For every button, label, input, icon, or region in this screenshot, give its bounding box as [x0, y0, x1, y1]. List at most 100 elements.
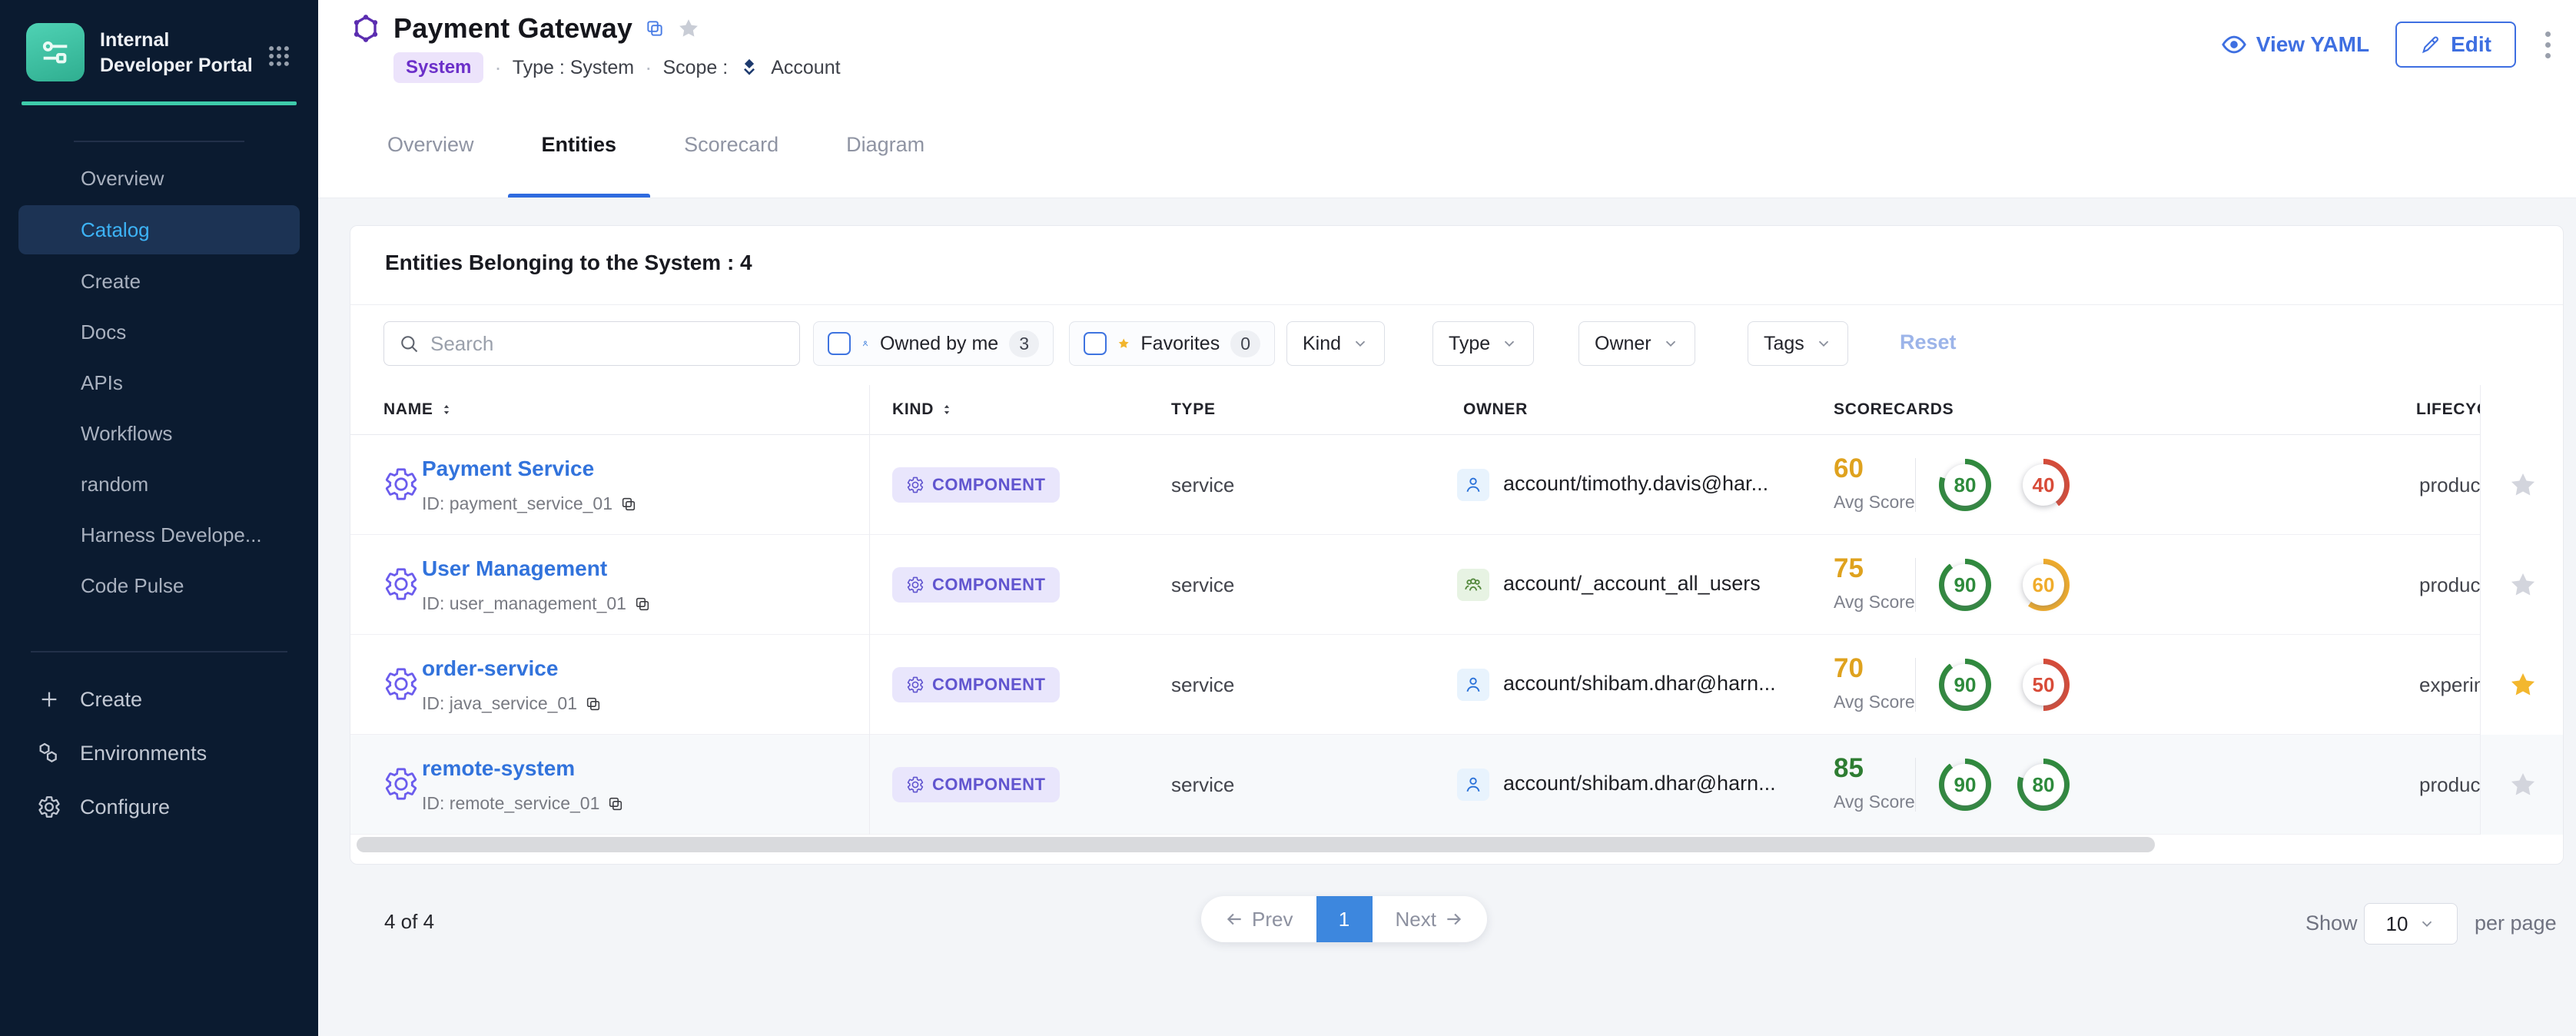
- star-icon: [1117, 333, 1130, 354]
- entity-name-link[interactable]: User Management: [422, 556, 607, 581]
- scope-value: Account: [771, 57, 840, 79]
- pencil-icon: [2420, 34, 2442, 55]
- scorecard-ring[interactable]: 90: [1939, 559, 1991, 611]
- page-size-value: 10: [2386, 912, 2408, 936]
- sidebar-footer-configure[interactable]: Configure: [0, 780, 318, 834]
- row-favorite-cell: [2480, 635, 2564, 735]
- favorite-star-icon[interactable]: [677, 17, 700, 40]
- copy-icon[interactable]: [585, 696, 602, 712]
- footer-divider: [31, 651, 287, 652]
- avg-score-caption: Avg Score: [1834, 492, 1915, 513]
- type-dropdown[interactable]: Type: [1432, 321, 1534, 366]
- avg-score-value: 75: [1834, 553, 1864, 584]
- col-kind: KIND: [892, 400, 934, 419]
- heading-divider: [350, 304, 2563, 305]
- star-icon[interactable]: [2508, 570, 2538, 599]
- sort-icon[interactable]: [440, 403, 453, 417]
- tab-diagram[interactable]: Diagram: [812, 92, 958, 198]
- scorecard-ring[interactable]: 90: [1939, 759, 1991, 811]
- sidebar-item-docs[interactable]: Docs: [0, 307, 318, 357]
- sidebar-item-workflows[interactable]: Workflows: [0, 408, 318, 459]
- gear-icon: [906, 676, 925, 694]
- sidebar-footer-environments[interactable]: Environments: [0, 726, 318, 780]
- sidebar-item-apis[interactable]: APIs: [0, 357, 318, 408]
- favorites-checkbox[interactable]: [1084, 332, 1107, 355]
- owner-cell: account/timothy.davis@har...: [1503, 472, 1768, 496]
- tab-overview[interactable]: Overview: [354, 92, 508, 198]
- search-input[interactable]: [430, 332, 785, 356]
- next-page-button[interactable]: Next: [1373, 908, 1488, 931]
- harness-logo[interactable]: [26, 23, 85, 81]
- owner-avatar-icon: [1457, 469, 1489, 501]
- scorecard-ring[interactable]: 60: [2017, 559, 2070, 611]
- sidebar-item-overview[interactable]: Overview: [0, 153, 318, 204]
- kind-dropdown[interactable]: Kind: [1286, 321, 1385, 366]
- scorecard-ring[interactable]: 40: [2017, 459, 2070, 511]
- reset-filters-button[interactable]: Reset: [1900, 330, 1957, 354]
- footer-create-label: Create: [80, 688, 142, 712]
- star-icon[interactable]: [2508, 770, 2538, 799]
- brand: Internal Developer Portal: [0, 0, 318, 98]
- tags-dropdown-label: Tags: [1764, 333, 1804, 355]
- owner-avatar-icon: [1457, 769, 1489, 801]
- scorecard-ring[interactable]: 80: [1939, 459, 1991, 511]
- page-number-button[interactable]: 1: [1316, 896, 1373, 942]
- sidebar-item-catalog[interactable]: Catalog: [18, 205, 300, 254]
- pagination: Prev 1 Next: [1201, 896, 1487, 942]
- owned-by-me-checkbox[interactable]: [828, 332, 851, 355]
- entity-name-link[interactable]: Payment Service: [422, 457, 594, 481]
- table-header: NAME KIND TYPE OWNER SCORECARDS LIFECYCL…: [350, 385, 2563, 435]
- apps-grid-icon[interactable]: [266, 43, 292, 69]
- page-size-select[interactable]: 10: [2364, 903, 2458, 945]
- kind-badge: System: [393, 52, 483, 83]
- entity-id: ID: remote_service_01: [422, 793, 624, 814]
- col-scorecards: SCORECARDS: [1834, 400, 1954, 419]
- prev-page-button[interactable]: Prev: [1201, 908, 1316, 931]
- tab-scorecard[interactable]: Scorecard: [650, 92, 812, 198]
- sidebar-item-harness-developer[interactable]: Harness Develope...: [0, 510, 318, 560]
- copy-icon[interactable]: [634, 596, 651, 613]
- group-icon: [1462, 574, 1484, 596]
- sidebar-footer-create[interactable]: Create: [0, 672, 318, 726]
- score-divider: [1915, 558, 1916, 612]
- favorites-filter[interactable]: Favorites 0: [1069, 321, 1275, 366]
- person-icon: [1462, 674, 1484, 696]
- dot-separator: ·: [645, 55, 652, 80]
- scorecard-ring[interactable]: 80: [2017, 759, 2070, 811]
- copy-icon[interactable]: [620, 496, 637, 513]
- sidebar-item-random[interactable]: random: [0, 459, 318, 510]
- edit-button[interactable]: Edit: [2395, 22, 2516, 68]
- more-options-menu[interactable]: [2542, 27, 2553, 63]
- owner-dropdown[interactable]: Owner: [1578, 321, 1695, 366]
- entity-name-link[interactable]: remote-system: [422, 756, 575, 781]
- scorecard-ring[interactable]: 90: [1939, 659, 1991, 711]
- star-icon[interactable]: [2508, 670, 2538, 699]
- sort-icon[interactable]: [940, 403, 954, 417]
- copy-icon[interactable]: [607, 795, 624, 812]
- view-yaml-button[interactable]: View YAML: [2221, 32, 2369, 58]
- sidebar-item-code-pulse[interactable]: Code Pulse: [0, 560, 318, 611]
- eye-icon: [2221, 32, 2247, 58]
- row-favorite-cell: [2480, 435, 2564, 535]
- tags-dropdown[interactable]: Tags: [1748, 321, 1848, 366]
- entity-id: ID: java_service_01: [422, 693, 602, 714]
- person-icon: [861, 333, 869, 354]
- type-cell: service: [1171, 473, 1234, 497]
- entities-card: Entities Belonging to the System : 4 Own…: [350, 225, 2564, 865]
- type-cell: service: [1171, 773, 1234, 797]
- sidebar-item-create[interactable]: Create: [0, 256, 318, 307]
- sidebar-nav: Overview Catalog Create Docs APIs Workfl…: [0, 153, 318, 611]
- copy-icon[interactable]: [645, 18, 665, 38]
- owned-by-me-filter[interactable]: Owned by me 3: [813, 321, 1054, 366]
- entity-name-link[interactable]: order-service: [422, 656, 558, 681]
- star-icon[interactable]: [2508, 470, 2538, 500]
- nav-divider: [74, 141, 244, 142]
- chevron-down-icon: [1815, 335, 1832, 352]
- tab-entities[interactable]: Entities: [508, 92, 651, 198]
- owner-cell: account/shibam.dhar@harn...: [1503, 672, 1776, 696]
- horizontal-scrollbar[interactable]: [357, 837, 2155, 852]
- gear-icon: [906, 576, 925, 594]
- owner-cell: account/_account_all_users: [1503, 572, 1761, 596]
- scorecard-ring[interactable]: 50: [2017, 659, 2070, 711]
- row-favorite-cell: [2480, 735, 2564, 835]
